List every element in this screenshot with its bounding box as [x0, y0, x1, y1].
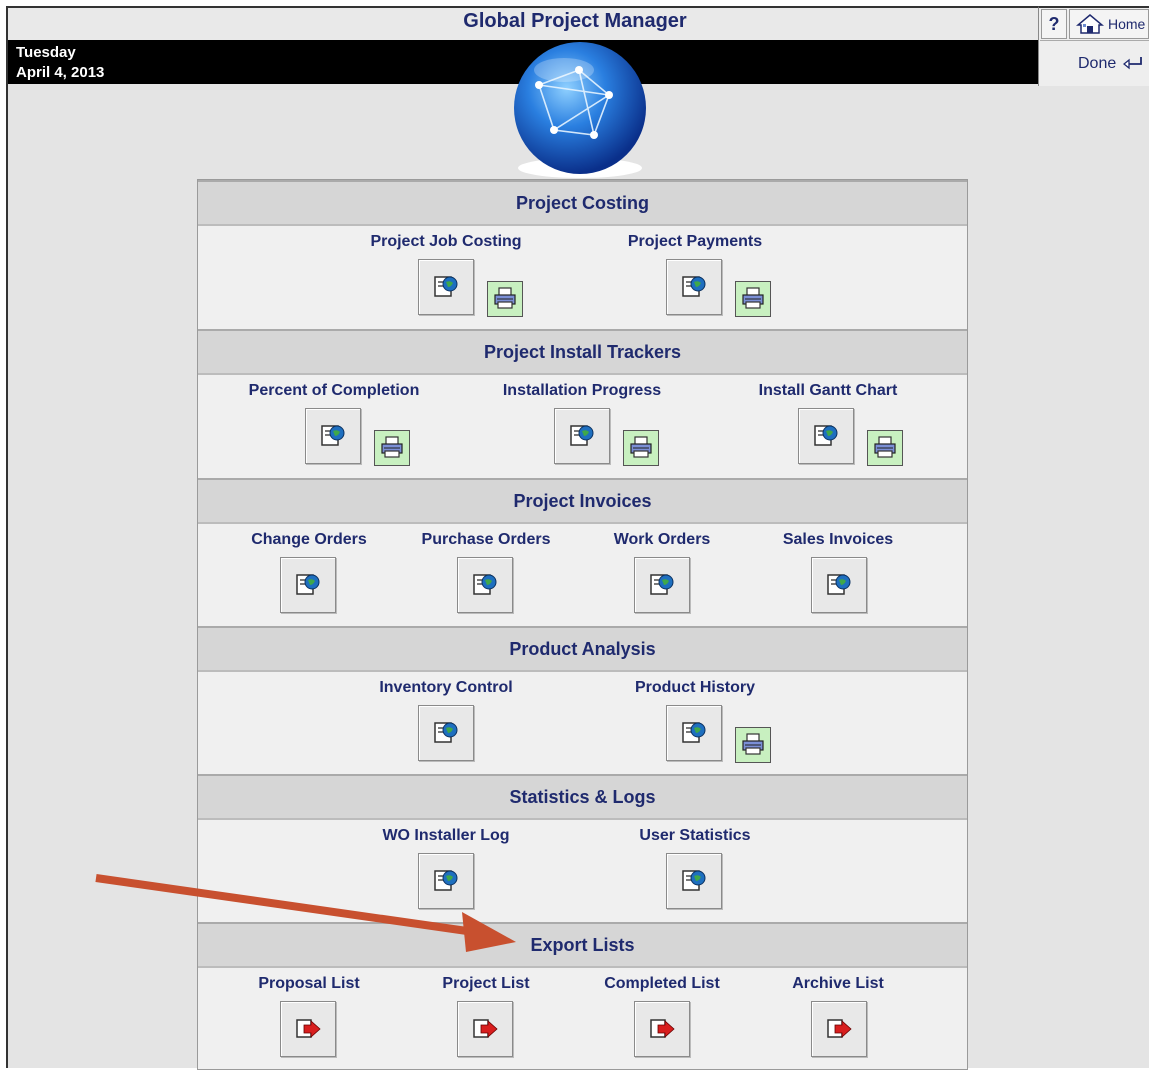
report-globe-icon — [650, 574, 674, 595]
date-label: April 4, 2013 — [16, 64, 105, 81]
help-button[interactable]: ? — [1041, 9, 1067, 39]
report-label: Sales Invoices — [782, 531, 894, 548]
section-header: Project Invoices — [198, 478, 967, 524]
date-display: Tuesday April 4, 2013 — [16, 43, 104, 83]
print-button[interactable] — [735, 727, 771, 763]
open-report-button[interactable] — [418, 853, 474, 909]
export-arrow-icon — [296, 1019, 321, 1038]
report-globe-icon — [434, 276, 458, 297]
report-globe-icon — [682, 722, 706, 743]
report-label: Archive List — [792, 975, 884, 992]
open-report-button[interactable] — [634, 557, 690, 613]
section-header: Export Lists — [198, 922, 967, 968]
open-report-button[interactable] — [280, 557, 336, 613]
report-globe-icon — [570, 425, 594, 446]
report-globe-icon — [682, 870, 706, 891]
return-arrow-icon — [1123, 57, 1142, 70]
report-label: Product History — [634, 679, 755, 696]
open-report-button[interactable] — [418, 259, 474, 315]
open-report-button[interactable] — [418, 705, 474, 761]
open-report-button[interactable] — [457, 557, 513, 613]
report-label: Install Gantt Chart — [758, 382, 898, 399]
export-button[interactable] — [280, 1001, 336, 1057]
open-report-button[interactable] — [666, 259, 722, 315]
print-button[interactable] — [487, 281, 523, 317]
home-icon — [1076, 14, 1104, 34]
report-globe-icon — [473, 574, 497, 595]
section-header: Statistics & Logs — [198, 774, 967, 820]
open-report-button[interactable] — [666, 853, 722, 909]
export-arrow-icon — [650, 1019, 675, 1038]
open-report-button[interactable] — [554, 408, 610, 464]
open-report-button[interactable] — [811, 557, 867, 613]
printer-icon — [742, 733, 764, 755]
page-title: Global Project Manager — [463, 10, 687, 32]
print-button[interactable] — [867, 430, 903, 466]
open-report-button[interactable] — [305, 408, 361, 464]
section-header: Project Install Trackers — [198, 329, 967, 375]
export-button[interactable] — [811, 1001, 867, 1057]
day-label: Tuesday — [16, 44, 76, 61]
open-report-button[interactable] — [666, 705, 722, 761]
home-button[interactable]: Home — [1069, 9, 1149, 39]
print-button[interactable] — [623, 430, 659, 466]
done-button[interactable]: Done — [1040, 40, 1149, 85]
report-label: Installation Progress — [502, 382, 662, 399]
report-globe-icon — [321, 425, 345, 446]
report-label: Project Payments — [627, 233, 763, 250]
report-globe-icon — [434, 870, 458, 891]
section-header: Product Analysis — [198, 626, 967, 672]
report-label: User Statistics — [639, 827, 751, 844]
report-label: Percent of Completion — [248, 382, 420, 399]
report-globe-icon — [434, 722, 458, 743]
report-label: WO Installer Log — [382, 827, 510, 844]
home-label: Home — [1108, 16, 1146, 32]
print-button[interactable] — [735, 281, 771, 317]
printer-icon — [742, 287, 764, 309]
printer-icon — [381, 436, 403, 458]
export-arrow-icon — [473, 1019, 498, 1038]
report-globe-icon — [827, 574, 851, 595]
reports-panel: Project Costing Project Job Costing Projec… — [197, 179, 968, 1070]
export-arrow-icon — [827, 1019, 852, 1038]
report-globe-icon — [814, 425, 838, 446]
printer-icon — [630, 436, 652, 458]
printer-icon — [874, 436, 896, 458]
export-button[interactable] — [634, 1001, 690, 1057]
report-label: Project Job Costing — [370, 233, 522, 250]
globe-logo — [514, 42, 646, 178]
export-button[interactable] — [457, 1001, 513, 1057]
report-globe-icon — [296, 574, 320, 595]
report-globe-icon — [682, 276, 706, 297]
section-header: Project Costing — [198, 180, 967, 226]
report-label: Inventory Control — [379, 679, 513, 696]
printer-icon — [494, 287, 516, 309]
print-button[interactable] — [374, 430, 410, 466]
open-report-button[interactable] — [798, 408, 854, 464]
done-label: Done — [1078, 55, 1117, 72]
